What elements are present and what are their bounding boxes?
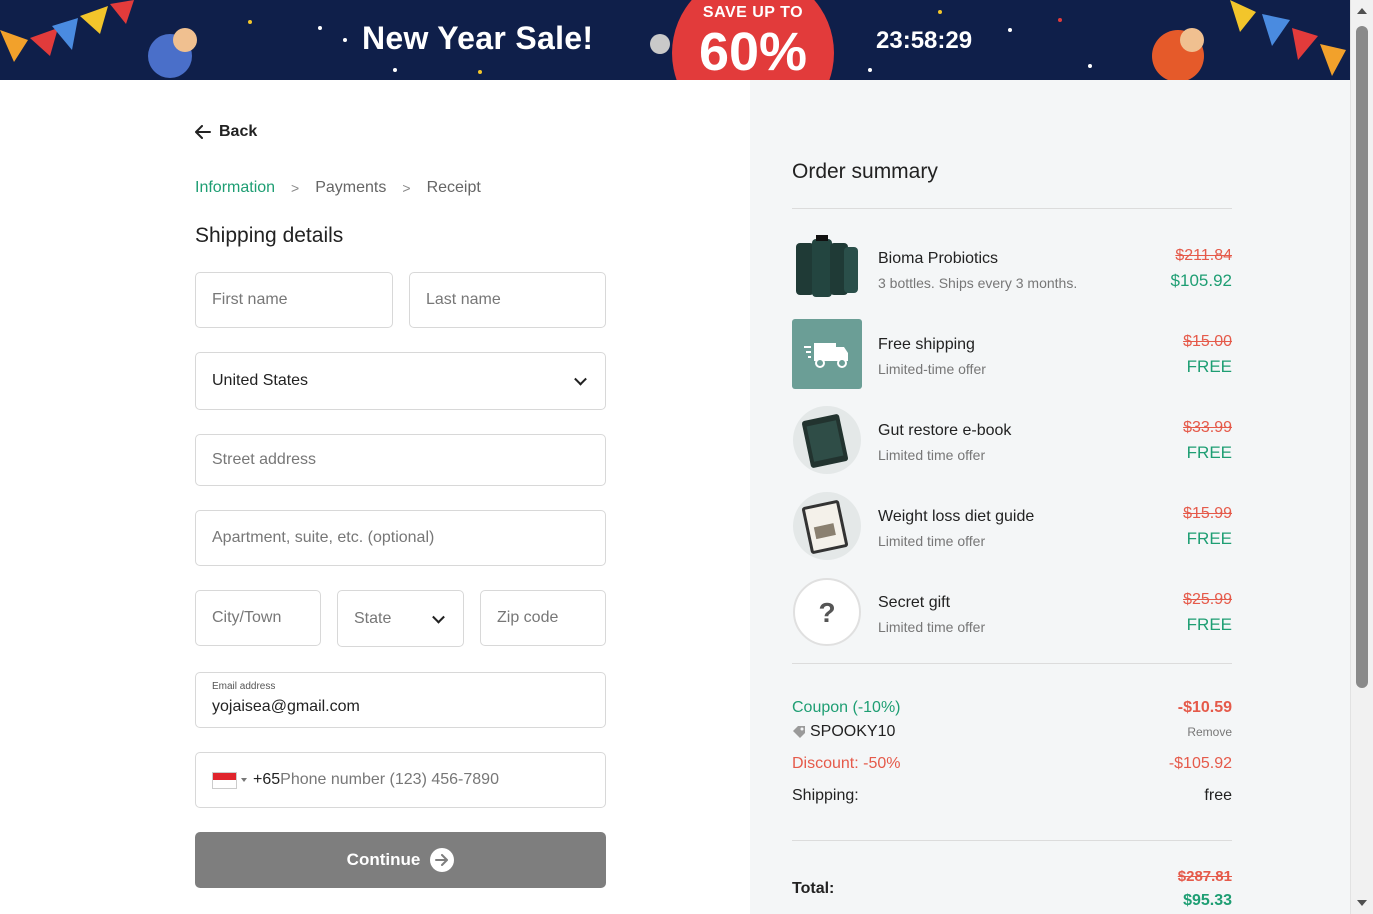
item-old-price: $25.99 — [1183, 591, 1232, 608]
phone-placeholder: Phone number (123) 456-7890 — [280, 771, 499, 788]
divider — [792, 840, 1232, 841]
item-subtitle: Limited time offer — [878, 447, 986, 463]
email-field[interactable]: Email address yojaisea@gmail.com — [195, 672, 606, 728]
breadcrumb: Information > Payments > Receipt — [195, 179, 481, 197]
order-summary-panel: Order summary Bioma Probiotics 3 bottles… — [750, 80, 1350, 914]
breadcrumb-information[interactable]: Information — [195, 179, 275, 197]
discount-label: Discount: -50% — [792, 755, 901, 772]
svg-text:?: ? — [818, 597, 835, 628]
list-item: Free shipping Limited-time offer $15.00 … — [792, 319, 1232, 389]
vertical-scrollbar[interactable] — [1350, 0, 1373, 914]
scroll-down-arrow-icon[interactable] — [1357, 900, 1367, 906]
back-button[interactable]: Back — [195, 123, 257, 141]
question-icon: ? — [793, 578, 861, 646]
coupon-code-text: SPOOKY10 — [810, 723, 896, 740]
discount-amount: -$105.92 — [1168, 755, 1232, 772]
total-label: Total: — [792, 880, 835, 897]
item-subtitle: Limited-time offer — [878, 361, 986, 377]
apartment-placeholder: Apartment, suite, etc. (optional) — [212, 529, 435, 546]
tag-icon — [793, 726, 805, 738]
street-placeholder: Street address — [212, 451, 317, 468]
ebook-icon — [793, 406, 861, 474]
banner-save-percent: 60% — [698, 22, 808, 80]
singapore-flag-icon[interactable] — [212, 771, 237, 789]
chevron-right-icon: > — [291, 180, 300, 196]
phone-field[interactable]: +65 Phone number (123) 456-7890 — [195, 752, 606, 808]
item-name: Gut restore e-book — [878, 422, 1012, 439]
total-old-price: $287.81 — [1177, 868, 1232, 885]
chevron-right-icon: > — [402, 180, 411, 196]
item-old-price: $15.99 — [1183, 505, 1232, 522]
list-item: Weight loss diet guide Limited time offe… — [792, 491, 1232, 561]
zip-placeholder: Zip code — [497, 609, 559, 626]
remove-coupon-link[interactable]: Remove — [1187, 725, 1232, 739]
street-address-input[interactable]: Street address — [195, 434, 606, 486]
divider — [792, 208, 1232, 209]
item-new-price: FREE — [1186, 615, 1232, 634]
item-subtitle: Limited time offer — [878, 619, 986, 635]
state-select[interactable]: State — [337, 590, 464, 647]
first-name-input[interactable]: First name — [195, 272, 393, 328]
coupon-amount: -$10.59 — [1177, 699, 1232, 716]
shipping-details-title: Shipping details — [195, 224, 344, 247]
bottles-icon — [796, 235, 858, 297]
item-subtitle: 3 bottles. Ships every 3 months. — [878, 275, 1078, 291]
breadcrumb-payments[interactable]: Payments — [315, 179, 386, 197]
caret-down-icon — [241, 778, 247, 782]
divider — [792, 663, 1232, 664]
shipping-value: free — [1204, 787, 1232, 804]
item-subtitle: Limited time offer — [878, 533, 986, 549]
list-item: Gut restore e-book Limited time offer $3… — [792, 405, 1232, 475]
item-old-price: $33.99 — [1183, 419, 1232, 436]
list-item: Bioma Probiotics 3 bottles. Ships every … — [792, 233, 1232, 303]
arrow-left-icon — [195, 125, 211, 139]
item-new-price: FREE — [1186, 529, 1232, 548]
item-name: Weight loss diet guide — [878, 508, 1035, 525]
banner-save-text: SAVE UP TO — [702, 4, 804, 21]
item-new-price: $105.92 — [1170, 271, 1232, 290]
state-value: State — [354, 609, 392, 627]
chevron-down-icon — [432, 610, 445, 624]
item-name: Free shipping — [878, 336, 975, 353]
apartment-input[interactable]: Apartment, suite, etc. (optional) — [195, 510, 606, 566]
promo-banner: New Year Sale! SAVE UP TO 60% 23:58:29 — [0, 0, 1350, 80]
last-name-input[interactable]: Last name — [409, 272, 606, 328]
country-value: United States — [212, 372, 309, 389]
coupon-label: Coupon (-10%) — [792, 699, 901, 716]
continue-button[interactable]: Continue — [195, 832, 606, 888]
shipping-label: Shipping: — [792, 787, 859, 804]
truck-icon — [792, 319, 862, 389]
list-item: ? Secret gift Limited time offer $25.99 … — [792, 577, 1232, 647]
arrow-right-circle-icon — [430, 848, 455, 872]
breadcrumb-receipt[interactable]: Receipt — [427, 179, 481, 197]
coupon-code: SPOOKY10 — [792, 723, 895, 741]
total-new-price: $95.33 — [1183, 892, 1232, 909]
back-label: Back — [219, 123, 258, 140]
item-old-price: $15.00 — [1183, 333, 1232, 350]
continue-label: Continue — [346, 850, 421, 869]
city-placeholder: City/Town — [212, 609, 282, 626]
scrollbar-thumb[interactable] — [1356, 26, 1368, 688]
last-name-placeholder: Last name — [426, 291, 501, 308]
item-name: Secret gift — [878, 594, 951, 611]
item-old-price: $211.84 — [1175, 247, 1232, 264]
banner-title: New Year Sale! — [362, 20, 594, 56]
email-value: yojaisea@gmail.com — [212, 698, 360, 715]
item-name: Bioma Probiotics — [878, 250, 999, 267]
first-name-placeholder: First name — [212, 291, 288, 308]
countdown-timer: 23:58:29 — [876, 27, 973, 54]
city-input[interactable]: City/Town — [195, 590, 321, 646]
chevron-down-icon — [574, 372, 587, 386]
scroll-up-arrow-icon[interactable] — [1357, 8, 1367, 14]
checkout-form-panel: Back Information > Payments > Receipt Sh… — [0, 80, 750, 914]
zip-code-input[interactable]: Zip code — [480, 590, 606, 646]
item-new-price: FREE — [1186, 357, 1232, 376]
guide-icon — [793, 492, 861, 560]
order-summary-title: Order summary — [792, 160, 938, 183]
phone-dial-code: +65 — [253, 771, 281, 788]
email-label: Email address — [212, 681, 276, 692]
item-new-price: FREE — [1186, 443, 1232, 462]
country-select[interactable]: United States — [195, 352, 606, 410]
